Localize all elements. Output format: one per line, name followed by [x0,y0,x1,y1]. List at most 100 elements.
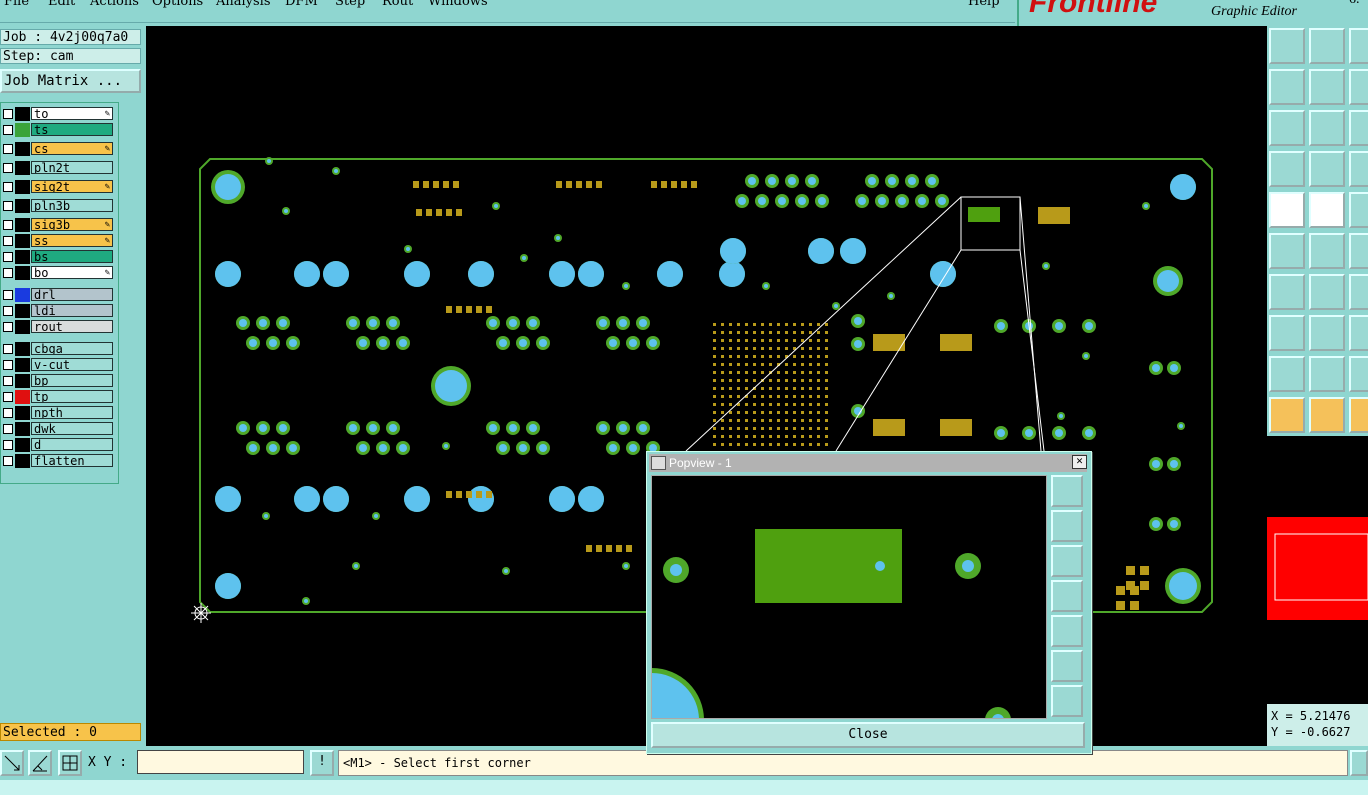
export-right-icon[interactable] [1309,69,1345,105]
layer-row-sig3b[interactable]: sig3b ✎ [1,218,117,232]
layer-checkbox[interactable] [3,220,13,230]
layer-checkbox[interactable] [3,376,13,386]
rotate-icon[interactable] [1349,28,1368,64]
layer-color-swatch[interactable] [15,304,30,318]
save-up-icon[interactable] [1269,28,1305,64]
menu-windows[interactable]: Windows [428,0,488,9]
menu-actions[interactable]: Actions [90,0,139,9]
measure-icon[interactable] [28,750,52,776]
zoom-fit-icon[interactable] [1051,475,1083,507]
line-icon[interactable] [1269,274,1305,310]
layer-checkbox[interactable] [3,268,13,278]
layer-color-swatch[interactable] [15,266,30,280]
layer-row-flatten[interactable]: flatten [1,454,117,468]
select-icon[interactable] [1309,397,1345,433]
zoom-window-icon[interactable] [0,750,24,776]
layer-checkbox[interactable] [3,408,13,418]
polygon-icon[interactable] [1309,356,1345,392]
layer-color-swatch[interactable] [15,342,30,356]
connect-icon[interactable] [1269,233,1305,269]
layer-color-swatch[interactable] [15,250,30,264]
layer-checkbox[interactable] [3,424,13,434]
layer-name[interactable]: cbga [31,342,113,355]
layer-checkbox[interactable] [3,440,13,450]
layer-name[interactable]: bp [31,374,113,387]
layer-checkbox[interactable] [3,252,13,262]
layer-color-swatch[interactable] [15,454,30,468]
popview-close-button[interactable]: Close [651,722,1085,748]
pan-right-icon[interactable] [1051,615,1083,647]
layer-row-npth[interactable]: npth [1,406,117,420]
dimension-icon[interactable] [1349,274,1368,310]
delete-icon[interactable] [1309,233,1345,269]
layer-row-v-cut[interactable]: v-cut [1,358,117,372]
pan-up-icon[interactable] [1051,510,1083,542]
layer-name[interactable]: d [31,438,113,451]
layer-color-swatch[interactable] [15,358,30,372]
layer-color-swatch[interactable] [15,180,30,194]
layer-name[interactable]: to ✎ [31,107,113,120]
layer-name[interactable]: tp [31,390,113,403]
menu-options[interactable]: Options [152,0,203,9]
execute-button[interactable]: ! [310,750,334,776]
layer-row-pln3b[interactable]: pln3b [1,199,117,213]
layer-checkbox[interactable] [3,236,13,246]
menu-step[interactable]: Step [335,0,365,9]
edit-shape-icon[interactable] [1309,192,1345,228]
layer-checkbox[interactable] [3,344,13,354]
layer-row-cbga[interactable]: cbga [1,342,117,356]
component-icon[interactable] [1309,151,1345,187]
fit-all-icon[interactable] [1309,110,1345,146]
move-icon[interactable] [1349,233,1368,269]
layer-color-swatch[interactable] [15,374,30,388]
pointer-icon[interactable] [1269,397,1305,433]
layer-name[interactable]: ldi [31,304,113,317]
pan-down-icon[interactable] [1051,545,1083,577]
layer-color-swatch[interactable] [15,199,30,213]
layer-checkbox[interactable] [3,144,13,154]
arc-icon[interactable] [1309,274,1345,310]
layer-checkbox[interactable] [3,201,13,211]
undo-icon[interactable] [1349,69,1368,105]
layer-name[interactable]: flatten [31,454,113,467]
layer-row-drl[interactable]: drl [1,288,117,302]
pad-icon[interactable] [1269,315,1305,351]
layer-row-pln2t[interactable]: pln2t [1,161,117,175]
bottom-right-button[interactable] [1350,750,1368,776]
export-left-icon[interactable] [1269,69,1305,105]
layer-checkbox[interactable] [3,456,13,466]
layer-color-swatch[interactable] [15,107,30,121]
layer-checkbox[interactable] [3,360,13,370]
layer-name[interactable]: bo ✎ [31,266,113,279]
layer-row-bs[interactable]: bs [1,250,117,264]
layer-name[interactable]: drl [31,288,113,301]
layer-name[interactable]: cs ✎ [31,142,113,155]
layer-color-swatch[interactable] [15,161,30,175]
menu-file[interactable]: File [4,0,29,9]
snap-icon[interactable] [1349,315,1368,351]
layer-name[interactable]: rout [31,320,113,333]
popview-canvas[interactable] [651,475,1047,719]
zoom-out-icon[interactable] [1051,685,1083,717]
job-matrix-button[interactable]: Job Matrix ... [0,69,141,93]
layer-name[interactable]: npth [31,406,113,419]
layer-row-dwk[interactable]: dwk [1,422,117,436]
layer-color-swatch[interactable] [15,288,30,302]
layer-color-swatch[interactable] [15,390,30,404]
layer-row-tp[interactable]: tp [1,390,117,404]
layer-name[interactable]: v-cut [31,358,113,371]
ruler-icon[interactable] [1349,192,1368,228]
layer-name[interactable]: pln2t [31,161,113,174]
layer-checkbox[interactable] [3,125,13,135]
layer-name[interactable]: sig2t ✎ [31,180,113,193]
overview-window[interactable] [1267,436,1368,704]
layer-checkbox[interactable] [3,306,13,316]
menu-dfm[interactable]: DFM [285,0,318,9]
fit-horizontal-icon[interactable] [1349,110,1368,146]
net-icon[interactable] [1349,151,1368,187]
save-down-icon[interactable] [1309,28,1345,64]
menu-help[interactable]: Help [968,0,1000,9]
contour-icon[interactable] [1349,356,1368,392]
trace-icon[interactable] [1309,315,1345,351]
add-feature-icon[interactable] [1269,192,1305,228]
